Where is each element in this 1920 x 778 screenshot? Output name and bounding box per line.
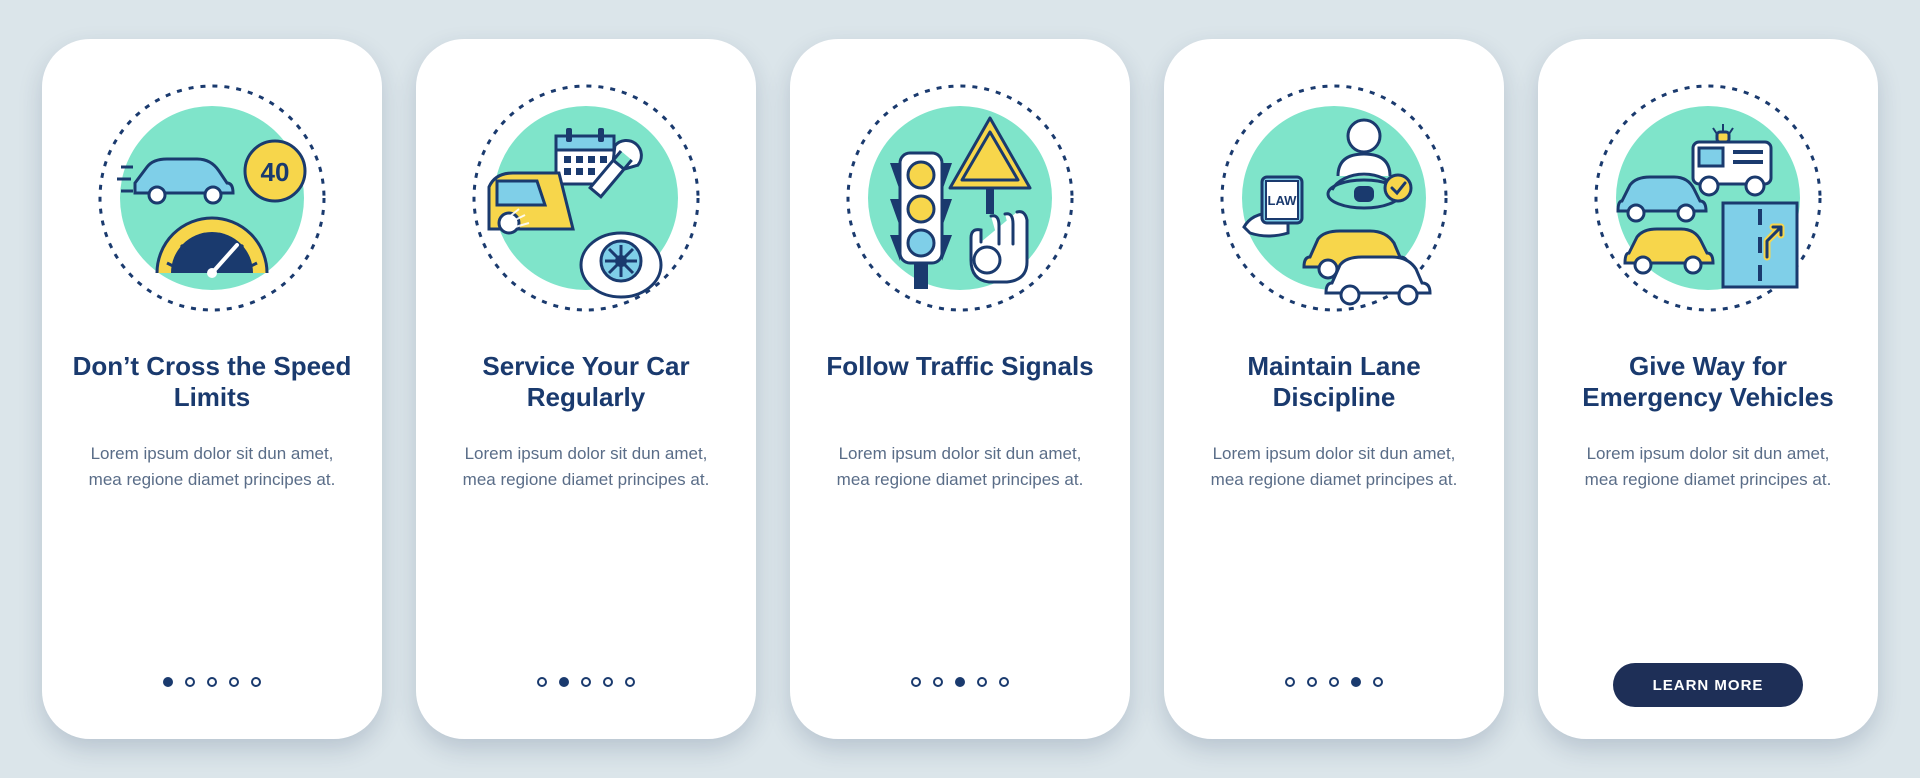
svg-text:40: 40 [261, 157, 290, 187]
lane-discipline-icon: LAW [1209, 73, 1459, 323]
dot-2[interactable] [933, 677, 943, 687]
dot-4[interactable] [977, 677, 987, 687]
dot-1[interactable] [537, 677, 547, 687]
dot-5[interactable] [999, 677, 1009, 687]
dot-3[interactable] [1329, 677, 1339, 687]
card-title: Follow Traffic Signals [826, 351, 1093, 415]
card-description: Lorem ipsum dolor sit dun amet, mea regi… [70, 441, 354, 661]
onboarding-card-lane-discipline: LAW Maintain Lane Discipline Lorem ipsum… [1164, 39, 1504, 739]
dot-3[interactable] [955, 677, 965, 687]
dot-4[interactable] [603, 677, 613, 687]
card-description: Lorem ipsum dolor sit dun amet, mea regi… [1566, 441, 1850, 661]
dot-2[interactable] [559, 677, 569, 687]
onboarding-card-emergency-vehicles: Give Way for Emergency Vehicles Lorem ip… [1538, 39, 1878, 739]
traffic-signals-icon [835, 73, 1085, 323]
onboarding-card-service-car: Service Your Car Regularly Lorem ipsum d… [416, 39, 756, 739]
dot-5[interactable] [251, 677, 261, 687]
card-title: Give Way for Emergency Vehicles [1566, 351, 1850, 415]
card-description: Lorem ipsum dolor sit dun amet, mea regi… [1192, 441, 1476, 661]
onboarding-card-speed-limits: 40 Don’t Cross the Speed Limits Lorem ip… [42, 39, 382, 739]
dot-3[interactable] [581, 677, 591, 687]
dot-5[interactable] [1373, 677, 1383, 687]
dot-1[interactable] [163, 677, 173, 687]
pagination-dots [911, 677, 1009, 687]
speed-limit-icon: 40 [87, 73, 337, 323]
svg-text:LAW: LAW [1268, 193, 1298, 208]
dot-3[interactable] [207, 677, 217, 687]
pagination-dots [1285, 677, 1383, 687]
pagination-dots [537, 677, 635, 687]
card-title: Maintain Lane Discipline [1192, 351, 1476, 415]
emergency-vehicles-icon [1583, 73, 1833, 323]
card-title: Don’t Cross the Speed Limits [70, 351, 354, 415]
learn-more-button[interactable]: LEARN MORE [1613, 663, 1803, 707]
dot-1[interactable] [1285, 677, 1295, 687]
dot-5[interactable] [625, 677, 635, 687]
card-title: Service Your Car Regularly [444, 351, 728, 415]
pagination-dots [163, 677, 261, 687]
dot-1[interactable] [911, 677, 921, 687]
dot-2[interactable] [1307, 677, 1317, 687]
card-description: Lorem ipsum dolor sit dun amet, mea regi… [818, 441, 1102, 661]
card-description: Lorem ipsum dolor sit dun amet, mea regi… [444, 441, 728, 661]
service-car-icon [461, 73, 711, 323]
onboarding-card-traffic-signals: Follow Traffic Signals Lorem ipsum dolor… [790, 39, 1130, 739]
dot-4[interactable] [229, 677, 239, 687]
dot-4[interactable] [1351, 677, 1361, 687]
dot-2[interactable] [185, 677, 195, 687]
